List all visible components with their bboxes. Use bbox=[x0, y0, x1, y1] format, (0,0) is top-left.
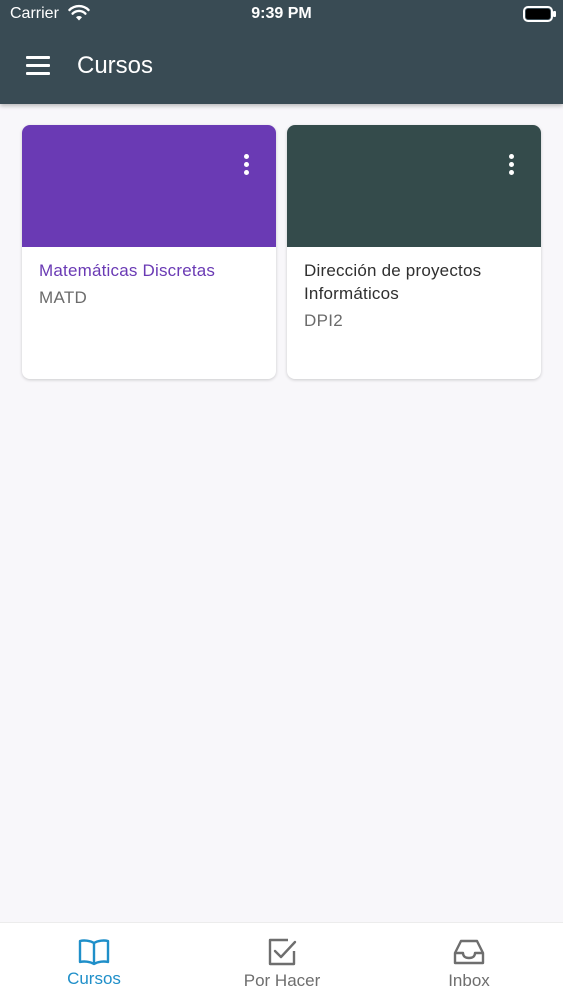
course-title: Matemáticas Discretas bbox=[39, 261, 216, 280]
checkbox-icon bbox=[268, 938, 297, 966]
book-icon bbox=[78, 939, 110, 966]
course-code: DPI2 bbox=[304, 311, 343, 330]
hamburger-menu-icon[interactable] bbox=[20, 50, 56, 82]
clock: 9:39 PM bbox=[251, 5, 312, 22]
tab-por-hacer[interactable]: Por Hacer bbox=[188, 923, 376, 1000]
tab-label: Inbox bbox=[448, 971, 490, 990]
course-card-dpi2[interactable]: Dirección de proyectos Informáticos DPI2 bbox=[287, 125, 541, 379]
app-bar: Carrier 9:39 PM Cursos bbox=[0, 0, 563, 104]
page-title: Cursos bbox=[77, 52, 154, 79]
battery-tip bbox=[553, 11, 556, 17]
tab-label: Por Hacer bbox=[243, 971, 321, 990]
battery-icon bbox=[523, 6, 553, 22]
tab-label: Cursos bbox=[67, 969, 121, 988]
course-code: MATD bbox=[39, 288, 88, 307]
more-options-icon[interactable] bbox=[499, 151, 523, 181]
course-card-matd[interactable]: Matemáticas Discretas MATD bbox=[22, 125, 276, 379]
tab-inbox[interactable]: Inbox bbox=[375, 923, 563, 1000]
course-title: Dirección de proyectos Informáticos bbox=[304, 261, 482, 303]
bottom-tab-bar: Cursos Por Hacer Inbox bbox=[0, 922, 563, 1000]
status-bar: Carrier 9:39 PM bbox=[0, 0, 563, 30]
course-banner bbox=[287, 125, 541, 247]
tab-cursos[interactable]: Cursos bbox=[0, 923, 188, 1000]
more-options-icon[interactable] bbox=[234, 151, 258, 181]
inbox-icon bbox=[453, 939, 485, 965]
course-banner bbox=[22, 125, 276, 247]
